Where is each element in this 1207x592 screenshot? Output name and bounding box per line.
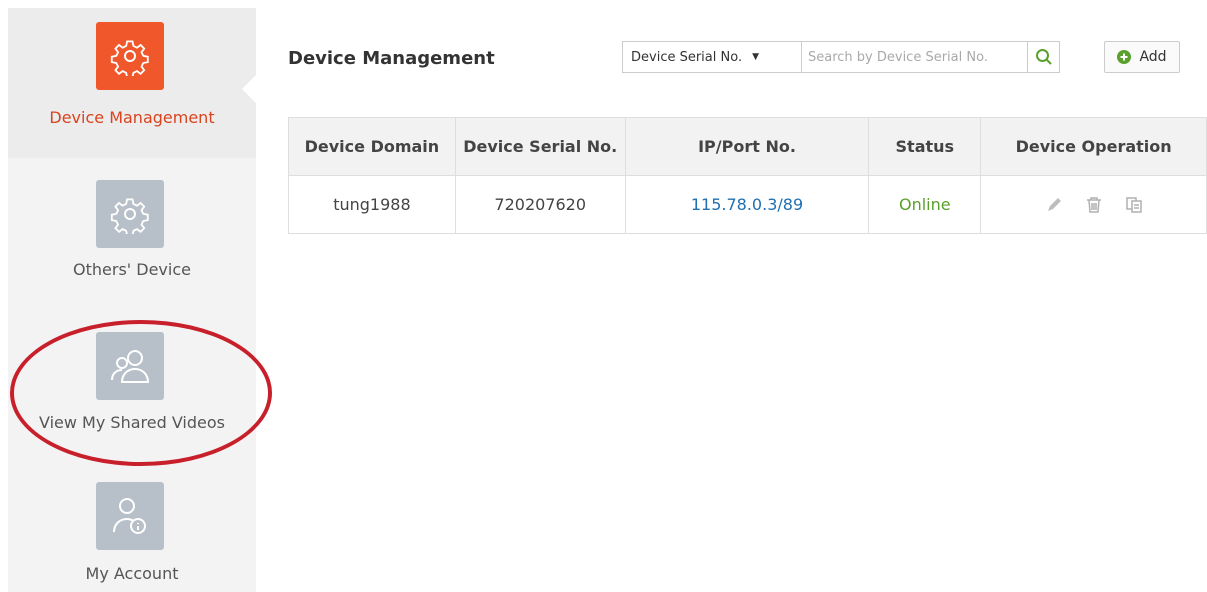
status-cell: Online <box>868 175 982 234</box>
plus-circle-icon <box>1117 50 1132 64</box>
column-header: Device Serial No. <box>454 117 626 176</box>
column-header: Device Operation <box>980 117 1207 176</box>
sidebar-item-label: My Account <box>85 564 179 583</box>
caret-down-icon: ▼ <box>752 52 760 62</box>
sidebar: Device Management Others' Device View My… <box>8 8 257 592</box>
add-button-label: Add <box>1139 49 1167 65</box>
status-badge: Online <box>898 195 951 214</box>
sidebar-item-label: Device Management <box>49 108 215 127</box>
edit-icon[interactable] <box>1045 196 1063 214</box>
column-header: Status <box>868 117 982 176</box>
sidebar-item-others-device[interactable]: Others' Device <box>8 158 256 308</box>
gear-icon <box>96 22 164 90</box>
search-icon <box>1035 49 1052 65</box>
ip-port-cell: 115.78.0.3/89 <box>624 175 870 234</box>
device-serial-cell: 720207620 <box>454 175 626 234</box>
add-button[interactable]: Add <box>1104 41 1180 73</box>
sidebar-item-view-my-shared-videos[interactable]: View My Shared Videos <box>8 308 256 458</box>
search-filter-select[interactable]: Device Serial No. ▼ <box>622 41 802 73</box>
select-value: Device Serial No. <box>631 49 743 65</box>
sidebar-item-label: View My Shared Videos <box>39 413 225 432</box>
device-table: Device Domain Device Serial No. IP/Port … <box>288 117 1207 234</box>
sidebar-item-device-management[interactable]: Device Management <box>8 8 257 158</box>
ip-port-link[interactable]: 115.78.0.3/89 <box>691 195 803 214</box>
column-header: Device Domain <box>288 117 456 176</box>
delete-icon[interactable] <box>1085 196 1103 214</box>
search-group: Device Serial No. ▼ <box>622 41 1060 73</box>
users-icon <box>96 332 164 400</box>
table-header-row: Device Domain Device Serial No. IP/Port … <box>288 117 1207 176</box>
table-row: tung1988 720207620 115.78.0.3/89 Online <box>288 175 1207 234</box>
active-indicator <box>242 74 257 104</box>
search-input[interactable] <box>802 41 1028 73</box>
column-header: IP/Port No. <box>624 117 870 176</box>
device-domain-cell: tung1988 <box>288 175 456 234</box>
gear-icon <box>96 180 164 248</box>
search-button[interactable] <box>1028 41 1060 73</box>
page-title: Device Management <box>288 48 495 69</box>
device-operation-cell <box>980 175 1207 234</box>
user-info-icon <box>96 482 164 550</box>
sidebar-item-label: Others' Device <box>73 260 191 279</box>
copy-icon[interactable] <box>1125 196 1143 214</box>
sidebar-item-my-account[interactable]: My Account <box>8 458 256 592</box>
